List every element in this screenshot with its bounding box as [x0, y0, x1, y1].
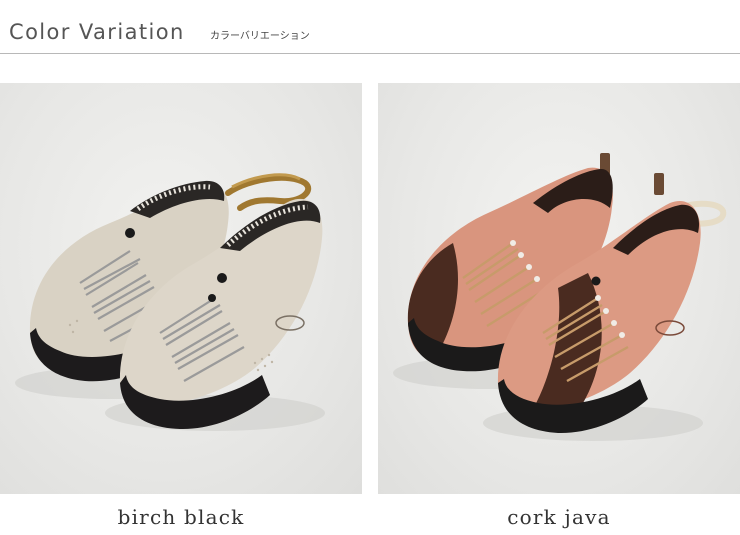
product-photo-birch-black[interactable]	[0, 83, 362, 494]
section-title: Color Variation	[9, 20, 185, 44]
product-photo-cork-java[interactable]	[378, 83, 740, 494]
variant-label: birch black	[117, 505, 245, 529]
variant-label: cork java	[507, 505, 611, 529]
shoe-pair-illustration	[15, 173, 325, 431]
header-divider	[0, 53, 740, 54]
section-header: Color Variation カラーバリエーション	[0, 0, 740, 56]
section-subtitle: カラーバリエーション	[210, 31, 310, 42]
shoe-pair-illustration	[393, 153, 727, 441]
